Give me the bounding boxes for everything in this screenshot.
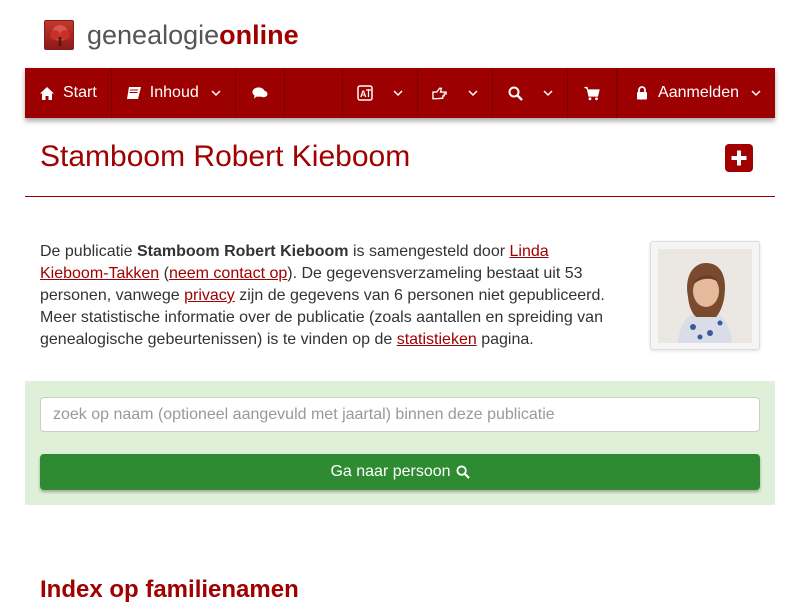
nav-language[interactable]: A xyxy=(343,68,419,118)
lock-icon xyxy=(634,85,650,101)
nav-shop[interactable] xyxy=(568,68,618,118)
page-title: Stamboom Robert Kieboom xyxy=(40,140,411,173)
chevron-down-icon xyxy=(543,90,553,97)
nav-share[interactable] xyxy=(418,68,494,118)
nav-login[interactable]: Aanmelden xyxy=(617,68,775,118)
title-divider xyxy=(25,196,775,197)
contact-link[interactable]: neem contact op xyxy=(169,265,287,282)
search-icon xyxy=(507,85,523,101)
chevron-down-icon xyxy=(751,90,761,97)
site-name: genealogieonline xyxy=(87,20,299,50)
tree-logo-icon xyxy=(44,20,74,50)
nav-forum[interactable] xyxy=(236,68,285,118)
shopping-cart-icon xyxy=(584,85,600,101)
nav-login-label: Aanmelden xyxy=(658,84,739,101)
book-icon xyxy=(126,85,142,101)
search-panel: Ga naar persoon xyxy=(25,381,775,505)
svg-text:A: A xyxy=(360,89,367,99)
publication-intro: De publicatie Stamboom Robert Kieboom is… xyxy=(40,243,605,348)
chevron-down-icon xyxy=(468,90,478,97)
nav-inhoud[interactable]: Inhoud xyxy=(112,68,236,118)
main-navbar: Start Inhoud A Aanmelden xyxy=(25,68,775,118)
privacy-link[interactable]: privacy xyxy=(184,287,235,304)
add-button[interactable] xyxy=(725,144,753,172)
chevron-down-icon xyxy=(393,90,403,97)
publication-name: Stamboom Robert Kieboom xyxy=(136,243,349,260)
avatar xyxy=(658,248,752,343)
name-search-input[interactable] xyxy=(40,397,760,432)
home-icon xyxy=(39,85,55,101)
nav-start-label: Start xyxy=(63,84,97,101)
hand-pointer-icon xyxy=(432,85,448,101)
site-logo[interactable]: genealogieonline xyxy=(44,18,299,52)
go-to-person-label: Ga naar persoon xyxy=(330,463,451,480)
statistics-link[interactable]: statistieken xyxy=(397,331,477,348)
chevron-down-icon xyxy=(211,90,221,97)
nav-inhoud-label: Inhoud xyxy=(149,84,199,101)
translate-icon: A xyxy=(357,85,373,101)
author-photo[interactable] xyxy=(650,241,760,350)
plus-icon xyxy=(731,150,747,166)
nav-spacer xyxy=(285,68,344,118)
go-to-person-button[interactable]: Ga naar persoon xyxy=(40,454,760,490)
search-icon xyxy=(455,465,470,479)
nav-start[interactable]: Start xyxy=(25,68,112,118)
nav-search[interactable] xyxy=(493,68,569,118)
comments-icon xyxy=(252,85,268,101)
